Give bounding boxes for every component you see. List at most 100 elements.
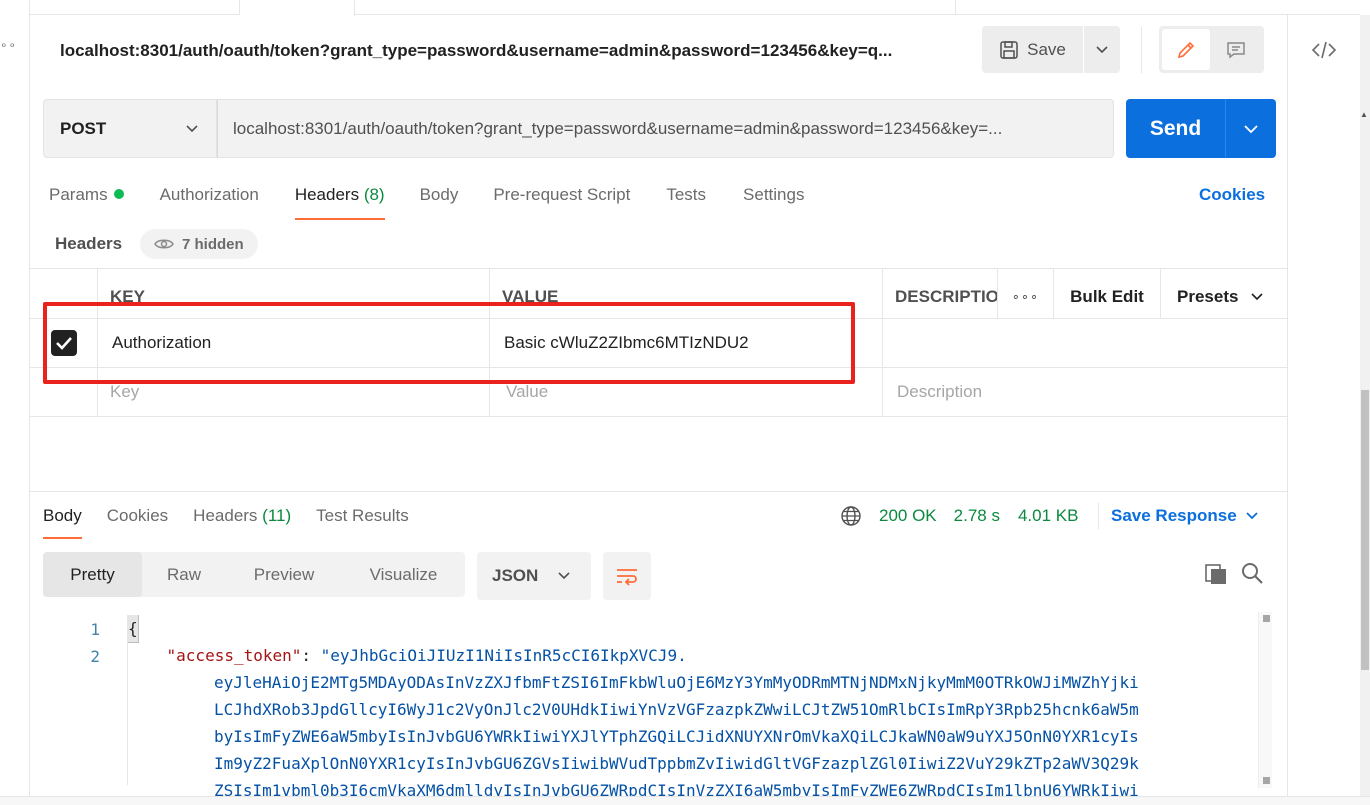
view-pretty[interactable]: Pretty bbox=[43, 552, 142, 597]
response-tab-headers[interactable]: Headers (11) bbox=[193, 503, 291, 539]
line-number: 1 bbox=[90, 620, 100, 639]
response-size[interactable]: 4.01 KB bbox=[1018, 503, 1079, 529]
column-header-value: VALUE bbox=[490, 269, 883, 318]
row-enabled-checkbox[interactable] bbox=[30, 319, 98, 367]
chevron-down-icon bbox=[186, 124, 198, 132]
right-context-bar bbox=[1287, 15, 1360, 805]
hidden-headers-toggle[interactable]: 7 hidden bbox=[140, 229, 258, 259]
header-value-cell[interactable]: Basic cWluZ2ZIbmc6MTIzNDU2 bbox=[490, 319, 883, 367]
tab-strip-right bbox=[955, 0, 1360, 15]
header-key-cell[interactable]: Authorization bbox=[98, 319, 490, 367]
code-icon[interactable] bbox=[1310, 38, 1338, 62]
left-sidebar-edge: ∘∘ bbox=[0, 0, 30, 805]
cookies-link[interactable]: Cookies bbox=[1199, 182, 1265, 208]
tab-authorization[interactable]: Authorization bbox=[160, 182, 259, 220]
header-description-cell[interactable] bbox=[883, 319, 1287, 367]
search-icon[interactable] bbox=[1240, 561, 1264, 585]
headers-count: (8) bbox=[363, 185, 385, 204]
line-number-gutter: 1 2 bbox=[60, 616, 100, 670]
code-line: "access_token": "eyJhbGciOiJIUzI1NiIsInR… bbox=[128, 642, 1253, 669]
headers-table: KEY VALUE DESCRIPTIO ∘∘∘ Bulk Edit Prese… bbox=[30, 268, 1287, 417]
request-name[interactable]: localhost:8301/auth/oauth/token?grant_ty… bbox=[60, 38, 975, 64]
bulk-edit-button[interactable]: Bulk Edit bbox=[1054, 269, 1161, 318]
response-tab-body[interactable]: Body bbox=[43, 503, 82, 539]
view-raw[interactable]: Raw bbox=[142, 552, 226, 597]
eye-icon bbox=[154, 239, 174, 249]
code-line: { bbox=[128, 615, 1253, 643]
floppy-disk-icon bbox=[1000, 40, 1018, 59]
view-preview[interactable]: Preview bbox=[226, 552, 342, 597]
column-header-key: KEY bbox=[98, 269, 490, 318]
checkbox-column-header bbox=[30, 269, 98, 318]
window-scrollbar[interactable]: ▲ bbox=[1360, 15, 1370, 805]
scroll-marker bbox=[1263, 777, 1270, 784]
method-label: POST bbox=[60, 118, 107, 138]
response-headers-count: (11) bbox=[262, 506, 292, 525]
status-bar-edge bbox=[0, 796, 1370, 805]
more-horizontal-icon[interactable]: ∘∘ bbox=[0, 38, 17, 52]
response-tab-headers-label: Headers bbox=[193, 506, 258, 525]
chevron-down-icon bbox=[1096, 45, 1108, 53]
tab-headers[interactable]: Headers (8) bbox=[294, 182, 385, 220]
checkbox[interactable] bbox=[50, 330, 77, 356]
response-tab-cookies[interactable]: Cookies bbox=[107, 503, 168, 539]
response-meta: 200 OK 2.78 s 4.01 KB bbox=[840, 503, 1078, 529]
tab-tests[interactable]: Tests bbox=[666, 182, 706, 220]
format-label: JSON bbox=[492, 566, 539, 585]
table-row-empty: Key Value Description bbox=[30, 368, 1287, 417]
divider bbox=[1141, 27, 1142, 73]
more-horizontal-icon: ∘∘∘ bbox=[1011, 288, 1040, 304]
response-tab-test-results[interactable]: Test Results bbox=[316, 503, 409, 539]
save-options-button[interactable] bbox=[1084, 26, 1120, 73]
scroll-up-arrow-icon[interactable]: ▲ bbox=[1360, 110, 1368, 119]
scrollbar-thumb[interactable] bbox=[1361, 390, 1369, 670]
globe-icon[interactable] bbox=[840, 505, 862, 527]
save-response-dropdown[interactable]: Save Response bbox=[1098, 503, 1259, 529]
column-options-button[interactable]: ∘∘∘ bbox=[998, 269, 1054, 318]
response-divider[interactable] bbox=[30, 491, 1287, 492]
view-visualize[interactable]: Visualize bbox=[342, 552, 465, 597]
code-line-wrapped: LCJhdXRob3JpdGllcyI6WyJ1c2VyOnJlc2V0UHdk… bbox=[214, 700, 1139, 719]
line-number: 2 bbox=[90, 647, 100, 666]
table-header-row: KEY VALUE DESCRIPTIO ∘∘∘ Bulk Edit Prese… bbox=[30, 269, 1287, 319]
chevron-down-icon bbox=[1246, 512, 1258, 520]
copy-icon[interactable] bbox=[1204, 561, 1228, 585]
save-button[interactable]: Save bbox=[982, 26, 1084, 73]
table-row: Authorization Basic cWluZ2ZIbmc6MTIzNDU2 bbox=[30, 319, 1287, 368]
tab-settings[interactable]: Settings bbox=[743, 182, 804, 220]
url-input[interactable]: localhost:8301/auth/oauth/token?grant_ty… bbox=[217, 99, 1114, 158]
tab-prerequest-script[interactable]: Pre-request Script bbox=[493, 182, 630, 220]
pencil-icon bbox=[1177, 41, 1195, 58]
tab-body[interactable]: Body bbox=[420, 182, 459, 220]
edit-mode-button[interactable] bbox=[1162, 29, 1210, 70]
code-line-wrapped: byIsImFyZWE6aW5mbyIsInJvbGU6YWRkIiwiYXJl… bbox=[214, 727, 1139, 746]
save-response-label: Save Response bbox=[1111, 506, 1237, 525]
send-options-button[interactable] bbox=[1226, 99, 1276, 158]
request-tab[interactable] bbox=[70, 0, 240, 15]
tab-params-label: Params bbox=[49, 185, 108, 204]
params-indicator-dot bbox=[113, 189, 124, 199]
tab-params[interactable]: Params bbox=[49, 182, 124, 220]
new-description-input[interactable]: Description bbox=[883, 368, 1287, 416]
json-string: "eyJhbGciOiJIUzI1NiIsInR5cCI6IkpXVCJ9. bbox=[320, 646, 687, 665]
chevron-down-icon bbox=[1251, 292, 1264, 300]
request-tab-active[interactable] bbox=[240, 0, 355, 16]
code-scrollbar[interactable] bbox=[1258, 612, 1272, 788]
status-code[interactable]: 200 OK bbox=[879, 503, 937, 529]
word-wrap-icon bbox=[617, 569, 637, 586]
method-select[interactable]: POST bbox=[43, 99, 217, 158]
response-body-code[interactable]: { "access_token": "eyJhbGciOiJIUzI1NiIsI… bbox=[128, 615, 1253, 805]
response-time[interactable]: 2.78 s bbox=[954, 503, 1000, 529]
comment-icon bbox=[1227, 41, 1245, 58]
open-brace: { bbox=[128, 615, 139, 643]
send-button[interactable]: Send bbox=[1126, 99, 1226, 158]
tab-headers-label: Headers bbox=[294, 185, 360, 204]
save-label: Save bbox=[1027, 39, 1066, 59]
format-select[interactable]: JSON bbox=[477, 552, 591, 600]
scroll-marker bbox=[1263, 615, 1270, 622]
new-key-input[interactable]: Key bbox=[98, 368, 490, 416]
comment-mode-button[interactable] bbox=[1212, 29, 1260, 70]
word-wrap-button[interactable] bbox=[603, 552, 651, 600]
new-value-input[interactable]: Value bbox=[490, 368, 883, 416]
presets-dropdown[interactable]: Presets bbox=[1161, 269, 1287, 318]
